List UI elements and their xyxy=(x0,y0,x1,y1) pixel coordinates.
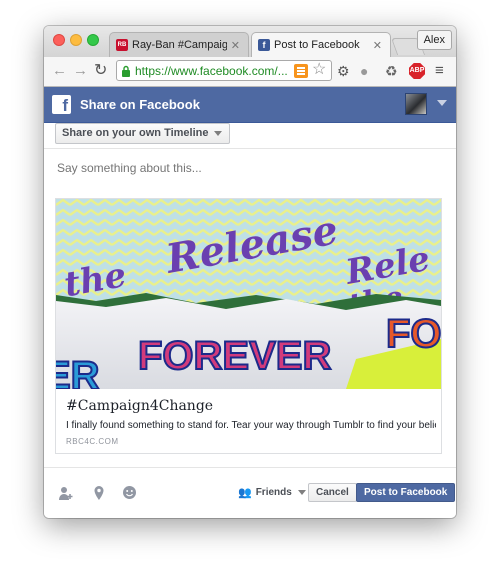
adblock-plus-icon[interactable]: ABP xyxy=(409,63,425,79)
dialog-header: f Share on Facebook xyxy=(44,87,456,123)
link-domain: RBC4C.COM xyxy=(66,437,119,446)
bookmark-star-icon[interactable]: ☆ xyxy=(312,62,326,78)
smiley-icon[interactable] xyxy=(122,485,137,503)
account-menu-caret-icon[interactable] xyxy=(437,100,447,106)
svg-text:ER: ER xyxy=(56,354,100,389)
cancel-button[interactable]: Cancel xyxy=(308,483,357,502)
gear-icon[interactable]: ⚙ xyxy=(337,62,350,80)
extension-pin-icon[interactable]: ● xyxy=(360,62,368,80)
facebook-icon: f xyxy=(258,39,270,51)
rss-icon[interactable] xyxy=(294,64,308,78)
chevron-down-icon xyxy=(213,131,222,136)
recycle-icon[interactable]: ♻ xyxy=(385,62,398,80)
divider xyxy=(44,148,456,149)
facebook-logo-icon: f xyxy=(52,95,71,114)
link-title: #Campaign4Change xyxy=(66,398,214,414)
privacy-selector[interactable]: 👥 Friends xyxy=(238,486,306,499)
tab-rayban[interactable]: RB Ray-Ban #Campaign4Ch ✕ xyxy=(109,32,249,57)
share-target-select[interactable]: Share on your own Timeline xyxy=(55,123,230,144)
image-text-forever: FOREVER xyxy=(138,334,331,378)
share-target-label: Share on your own Timeline xyxy=(62,127,209,139)
location-pin-icon[interactable] xyxy=(93,485,105,504)
browser-window: RB Ray-Ban #Campaign4Ch ✕ f Post to Face… xyxy=(44,26,456,518)
friends-icon: 👥 xyxy=(238,487,252,499)
svg-text:FO: FO xyxy=(386,312,441,356)
tag-people-icon[interactable] xyxy=(58,485,74,504)
tab-strip: RB Ray-Ban #Campaign4Ch ✕ f Post to Face… xyxy=(44,26,456,57)
tab-title: Post to Facebook xyxy=(274,39,360,51)
tab-title: Ray-Ban #Campaign4Ch xyxy=(132,39,227,51)
close-tab-icon[interactable]: ✕ xyxy=(373,39,382,52)
url-text: https://www.facebook.com/... xyxy=(135,63,288,78)
zoom-window-button[interactable] xyxy=(87,34,99,46)
post-to-facebook-button[interactable]: Post to Facebook xyxy=(356,483,456,502)
close-tab-icon[interactable]: ✕ xyxy=(231,39,240,52)
forward-arrow-icon[interactable]: → xyxy=(73,62,88,80)
back-arrow-icon[interactable]: ← xyxy=(52,62,67,80)
minimize-window-button[interactable] xyxy=(70,34,82,46)
reload-icon[interactable]: ↻ xyxy=(94,62,107,80)
composer-input[interactable] xyxy=(57,161,437,175)
dialog-footer: 👥 Friends Cancel Post to Facebook xyxy=(44,468,456,518)
browser-toolbar: ← → ↻ https://www.facebook.com/... ☆ ⚙ ●… xyxy=(44,57,456,87)
profile-button[interactable]: Alex xyxy=(416,30,452,50)
preview-image: Release the Rele the FOREVER ER FO xyxy=(56,199,441,389)
menu-icon[interactable]: ≡ xyxy=(435,62,444,80)
privacy-label: Friends xyxy=(255,487,292,498)
lock-icon xyxy=(122,65,130,77)
link-description: I finally found something to stand for. … xyxy=(66,420,436,431)
close-window-button[interactable] xyxy=(53,34,65,46)
link-preview-card[interactable]: Release the Rele the FOREVER ER FO #Camp… xyxy=(55,198,442,454)
rayban-icon: RB xyxy=(116,39,128,51)
dialog-title: Share on Facebook xyxy=(80,97,200,112)
chevron-down-icon xyxy=(297,490,306,495)
tab-post-to-facebook[interactable]: f Post to Facebook ✕ xyxy=(251,32,391,57)
avatar[interactable] xyxy=(405,93,427,115)
